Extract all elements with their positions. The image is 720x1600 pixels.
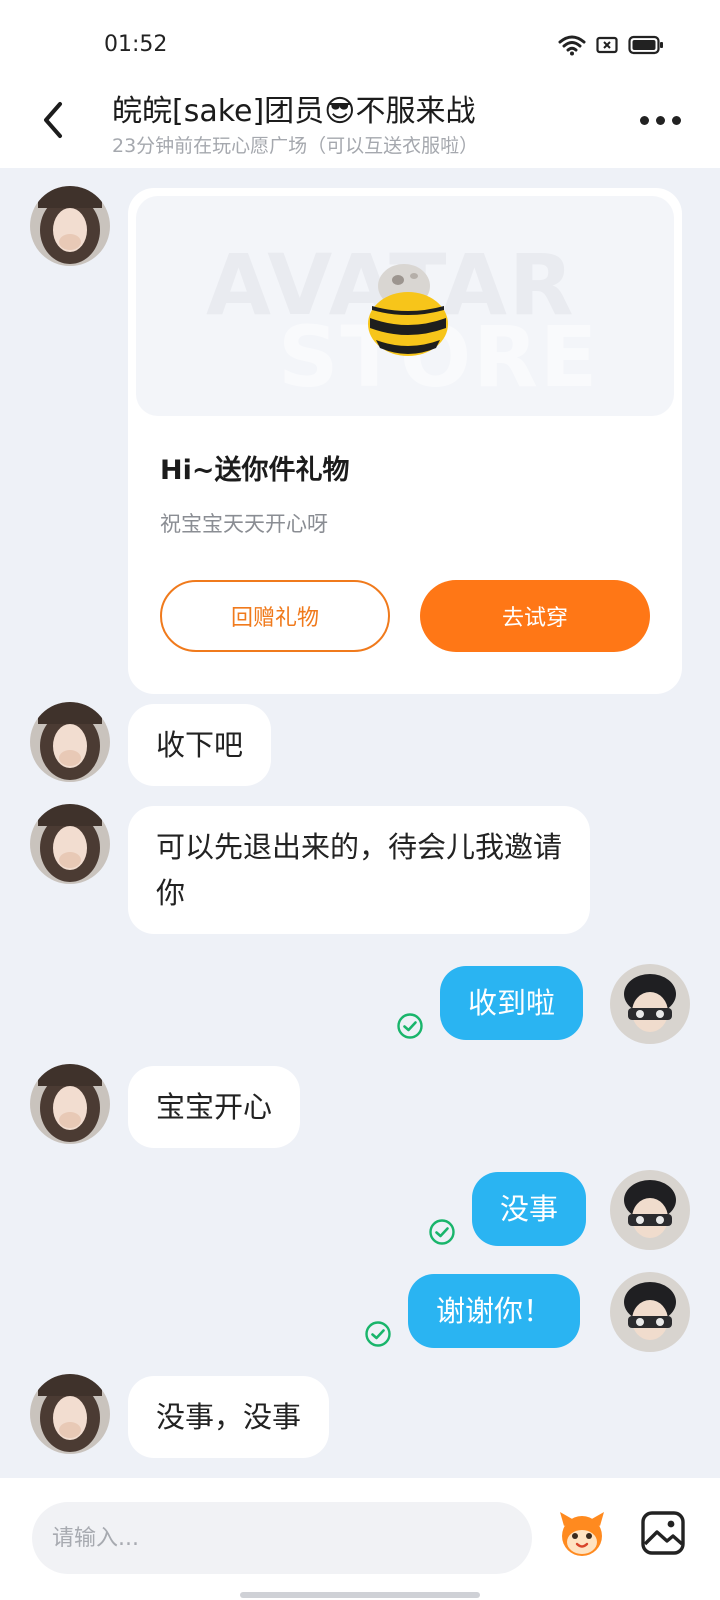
gift-banner: AVATAR STORE [136, 196, 674, 416]
battery-icon [628, 35, 663, 55]
more-dot [656, 115, 665, 125]
contact-avatar[interactable] [30, 702, 110, 782]
more-button[interactable] [640, 104, 684, 136]
mascot-emoji-icon[interactable] [556, 1508, 608, 1560]
gift-card: AVATAR STORE Hi~送你件礼物 祝宝宝天天开心呀 回赠礼物 去试穿 [128, 188, 682, 694]
contact-avatar[interactable] [30, 804, 110, 884]
chat-title: 皖皖[sake]团员😎不服来战 [112, 94, 476, 129]
message-input[interactable] [32, 1502, 532, 1574]
status-time: 01:52 [104, 32, 168, 57]
wifi-icon [558, 35, 586, 56]
chat-subtitle: 23分钟前在玩心愿广场（可以互送衣服啦） [112, 135, 479, 157]
more-dot [672, 115, 681, 125]
gift-title: Hi~送你件礼物 [160, 455, 350, 486]
back-button[interactable] [36, 98, 72, 142]
more-dot [640, 115, 649, 125]
contact-avatar[interactable] [30, 1374, 110, 1454]
incoming-message: 宝宝开心 [128, 1066, 301, 1148]
home-indicator[interactable] [240, 1592, 480, 1598]
incoming-message: 收下吧 [128, 704, 272, 786]
composer-bar [0, 1478, 720, 1600]
user-avatar[interactable] [610, 1170, 690, 1250]
contact-avatar[interactable] [30, 1064, 110, 1144]
user-avatar[interactable] [610, 964, 690, 1044]
top-bar: 01:52 皖皖[sake]团员😎不服来战 23分钟前在玩心愿广场（可以互送衣服… [0, 0, 720, 168]
image-icon[interactable] [640, 1510, 686, 1556]
read-check-icon [397, 1013, 423, 1039]
gift-description: 祝宝宝天天开心呀 [160, 512, 328, 536]
try-on-button[interactable]: 去试穿 [420, 580, 650, 652]
user-avatar[interactable] [610, 1272, 690, 1352]
outgoing-message: 收到啦 [440, 966, 584, 1040]
bee-costume-icon [368, 264, 448, 356]
sim-icon [596, 36, 618, 54]
outgoing-message: 没事 [472, 1172, 587, 1246]
incoming-message: 可以先退出来的，待会儿我邀请你 [128, 806, 590, 934]
outgoing-message: 谢谢你！ [408, 1274, 581, 1348]
status-icons [558, 34, 664, 56]
read-check-icon [429, 1219, 455, 1245]
incoming-message: 没事，没事 [128, 1376, 330, 1458]
return-gift-button[interactable]: 回赠礼物 [160, 580, 390, 652]
read-check-icon [365, 1321, 391, 1347]
contact-avatar[interactable] [30, 186, 110, 266]
